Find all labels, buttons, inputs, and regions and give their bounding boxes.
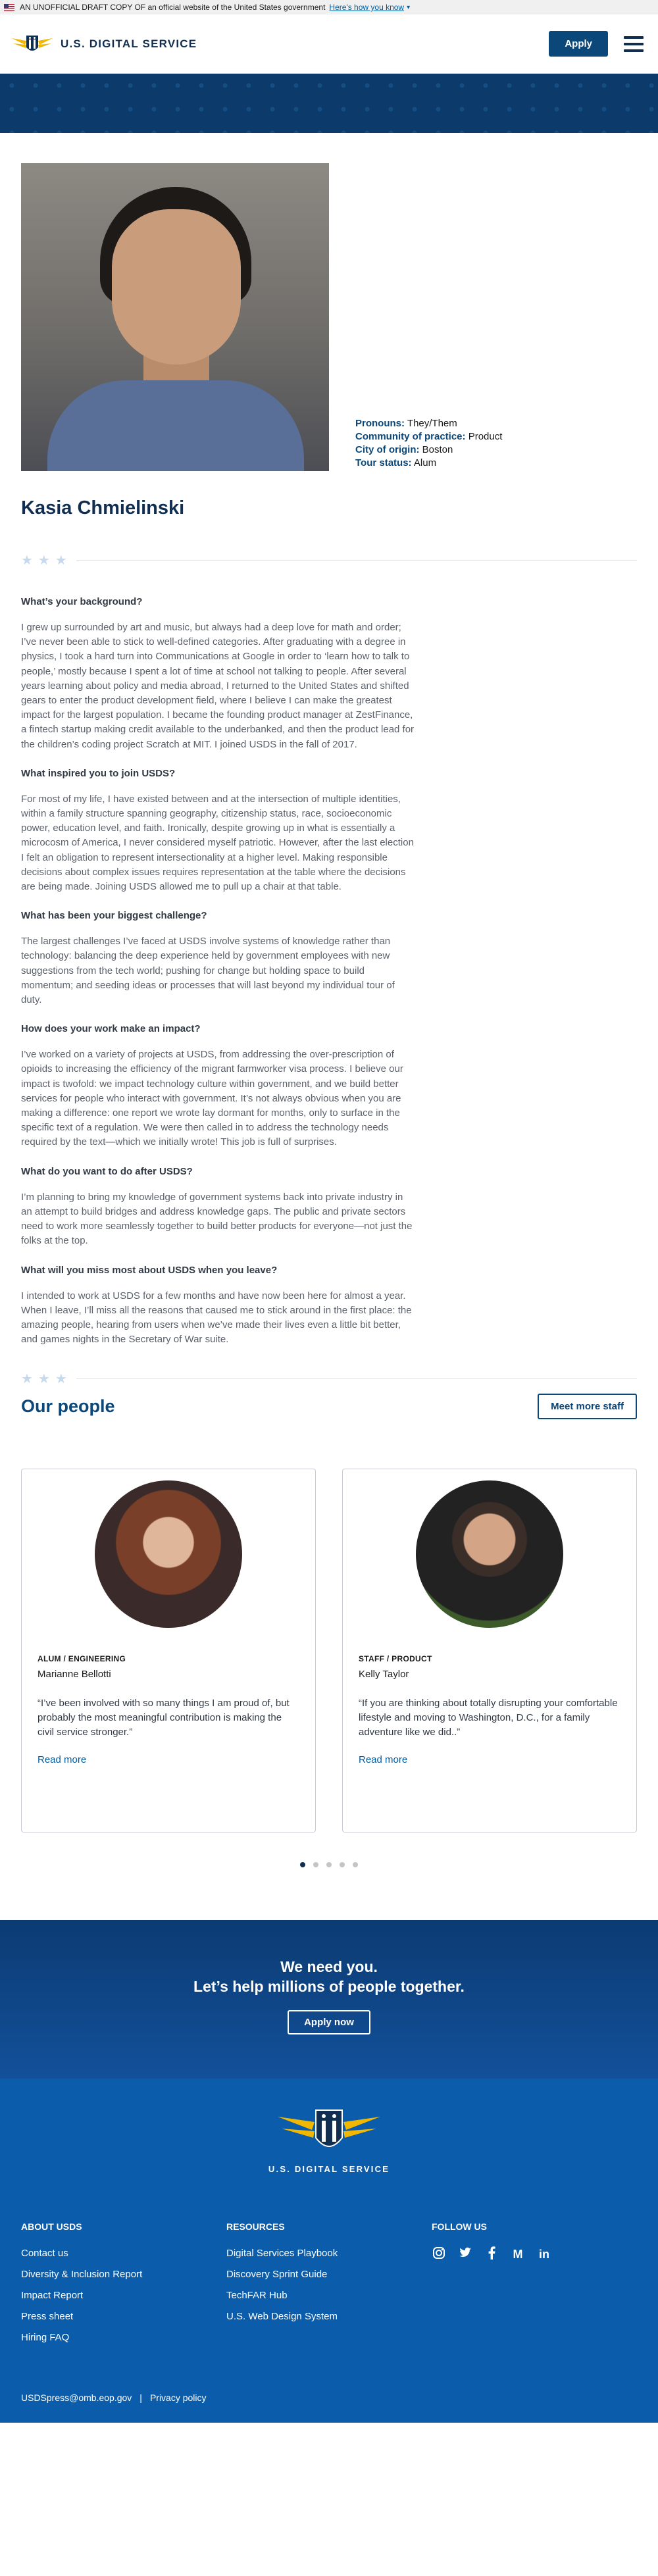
footer-follow-column: FOLLOW US M in xyxy=(432,2221,637,2353)
fact-city: City of origin: Boston xyxy=(355,444,453,455)
pagination-dot[interactable] xyxy=(300,1862,305,1868)
footer-link-sprint-guide[interactable]: Discovery Sprint Guide xyxy=(226,2269,432,2280)
privacy-policy-link[interactable]: Privacy policy xyxy=(150,2392,207,2403)
question-heading: What will you miss most about USDS when … xyxy=(21,1264,278,1276)
cta-heading-line1: We need you. xyxy=(280,1958,378,1976)
question-heading: What inspired you to join USDS? xyxy=(21,767,176,779)
facebook-icon[interactable] xyxy=(484,2246,499,2263)
fact-pronouns: Pronouns: They/Them xyxy=(355,418,457,429)
press-email-link[interactable]: USDSpress@omb.eop.gov xyxy=(21,2392,132,2403)
heres-how-you-know-link[interactable]: Here's how you know xyxy=(329,3,404,12)
footer-link-uswds[interactable]: U.S. Web Design System xyxy=(226,2311,432,2322)
footer-link-contact[interactable]: Contact us xyxy=(21,2248,226,2259)
pagination-dot[interactable] xyxy=(313,1862,318,1868)
footer-link-diversity-report[interactable]: Diversity & Inclusion Report xyxy=(21,2269,226,2280)
footer-logo-text: U.S. DIGITAL SERVICE xyxy=(268,2164,390,2175)
gov-banner: AN UNOFFICIAL DRAFT COPY OF an official … xyxy=(0,0,658,14)
our-people-heading: Our people xyxy=(21,1396,115,1417)
star-icons: ★★★ xyxy=(21,553,72,568)
site-header: U.S. DIGITAL SERVICE Apply xyxy=(0,14,658,74)
footer-link-playbook[interactable]: Digital Services Playbook xyxy=(226,2248,432,2259)
person-name: Marianne Bellotti xyxy=(38,1669,111,1680)
logo-text: U.S. DIGITAL SERVICE xyxy=(61,37,197,50)
footer-about-column: ABOUT USDS Contact us Diversity & Inclus… xyxy=(21,2221,226,2353)
cta-heading-line2: Let’s help millions of people together. xyxy=(193,1978,465,1996)
avatar xyxy=(416,1480,563,1629)
footer-link-techfar[interactable]: TechFAR Hub xyxy=(226,2290,432,2301)
person-quote: “If you are thinking about totally disru… xyxy=(359,1698,618,1738)
footer-resources-column: RESOURCES Digital Services Playbook Disc… xyxy=(226,2221,432,2353)
question-heading: What has been your biggest challenge? xyxy=(21,910,207,922)
answer-text: The largest challenges I’ve faced at USD… xyxy=(21,936,395,1006)
answer-text: I grew up surrounded by art and music, b… xyxy=(21,622,415,750)
gov-banner-text: AN UNOFFICIAL DRAFT COPY OF an official … xyxy=(20,3,326,12)
usds-logo-link[interactable]: U.S. DIGITAL SERVICE xyxy=(11,33,197,55)
apply-button[interactable]: Apply xyxy=(549,31,608,57)
footer-bottom: USDSpress@omb.eop.gov | Privacy policy xyxy=(21,2392,637,2403)
footer-resources-heading: RESOURCES xyxy=(226,2221,285,2233)
profile-section: Pronouns: They/Them Community of practic… xyxy=(0,133,658,1387)
our-people-section: Our people Meet more staff ALUM / ENGINE… xyxy=(0,1394,658,1868)
footer-link-hiring-faq[interactable]: Hiring FAQ xyxy=(21,2332,226,2343)
footer-follow-heading: FOLLOW US xyxy=(432,2221,487,2233)
usds-eagle-logo-icon xyxy=(12,35,53,51)
profile-facts: Pronouns: They/Them Community of practic… xyxy=(355,417,502,471)
question-heading: What do you want to do after USDS? xyxy=(21,1165,193,1177)
site-footer: U.S. DIGITAL SERVICE ABOUT USDS Contact … xyxy=(0,2079,658,2423)
twitter-icon[interactable] xyxy=(458,2247,472,2262)
person-card: STAFF / PRODUCT Kelly Taylor “If you are… xyxy=(342,1469,637,1833)
pagination-dot[interactable] xyxy=(340,1862,345,1868)
answer-text: I’m planning to bring my knowledge of go… xyxy=(21,1191,413,1247)
person-role: ALUM / ENGINEERING xyxy=(38,1654,126,1664)
answer-text: For most of my life, I have existed betw… xyxy=(21,793,414,893)
footer-link-impact-report[interactable]: Impact Report xyxy=(21,2290,226,2301)
cta-section: We need you. Let’s help millions of peop… xyxy=(0,1920,658,2079)
medium-icon[interactable]: M xyxy=(511,2248,525,2261)
person-name: Kelly Taylor xyxy=(359,1669,409,1680)
qa-list: What’s your background? I grew up surrou… xyxy=(21,596,416,1347)
read-more-link[interactable]: Read more xyxy=(359,1754,620,1765)
meet-more-staff-button[interactable]: Meet more staff xyxy=(538,1394,637,1420)
answer-text: I’ve worked on a variety of projects at … xyxy=(21,1049,403,1148)
pagination-dot[interactable] xyxy=(353,1862,358,1868)
person-card: ALUM / ENGINEERING Marianne Bellotti “I’… xyxy=(21,1469,316,1833)
question-heading: How does your work make an impact? xyxy=(21,1023,201,1035)
person-role: STAFF / PRODUCT xyxy=(359,1654,432,1664)
us-flag-icon xyxy=(4,3,14,11)
usds-eagle-logo-icon xyxy=(278,2109,380,2148)
linkedin-icon[interactable]: in xyxy=(537,2248,551,2261)
apply-now-button[interactable]: Apply now xyxy=(288,2010,370,2035)
profile-name: Kasia Chmielinski xyxy=(21,497,185,518)
star-pattern-banner xyxy=(0,74,658,133)
person-quote: “I’ve been involved with so many things … xyxy=(38,1698,290,1738)
footer-logo[interactable]: U.S. DIGITAL SERVICE xyxy=(21,2106,637,2174)
stars-divider: ★★★ xyxy=(21,1371,637,1387)
profile-portrait xyxy=(21,163,329,471)
stars-divider: ★★★ xyxy=(21,552,637,568)
question-heading: What’s your background? xyxy=(21,596,143,607)
instagram-icon[interactable] xyxy=(432,2246,446,2263)
read-more-link[interactable]: Read more xyxy=(38,1754,299,1765)
footer-link-press-sheet[interactable]: Press sheet xyxy=(21,2311,226,2322)
answer-text: I intended to work at USDS for a few mon… xyxy=(21,1290,412,1346)
avatar xyxy=(95,1480,242,1629)
footer-about-heading: ABOUT USDS xyxy=(21,2221,82,2233)
fact-tour-status: Tour status: Alum xyxy=(355,457,437,468)
footer-separator: | xyxy=(139,2392,142,2404)
hamburger-menu-icon[interactable] xyxy=(624,36,644,52)
fact-community: Community of practice: Product xyxy=(355,431,503,442)
chevron-down-icon[interactable]: ▾ xyxy=(407,4,410,11)
pagination-dot[interactable] xyxy=(326,1862,332,1868)
carousel-pagination xyxy=(21,1862,637,1868)
